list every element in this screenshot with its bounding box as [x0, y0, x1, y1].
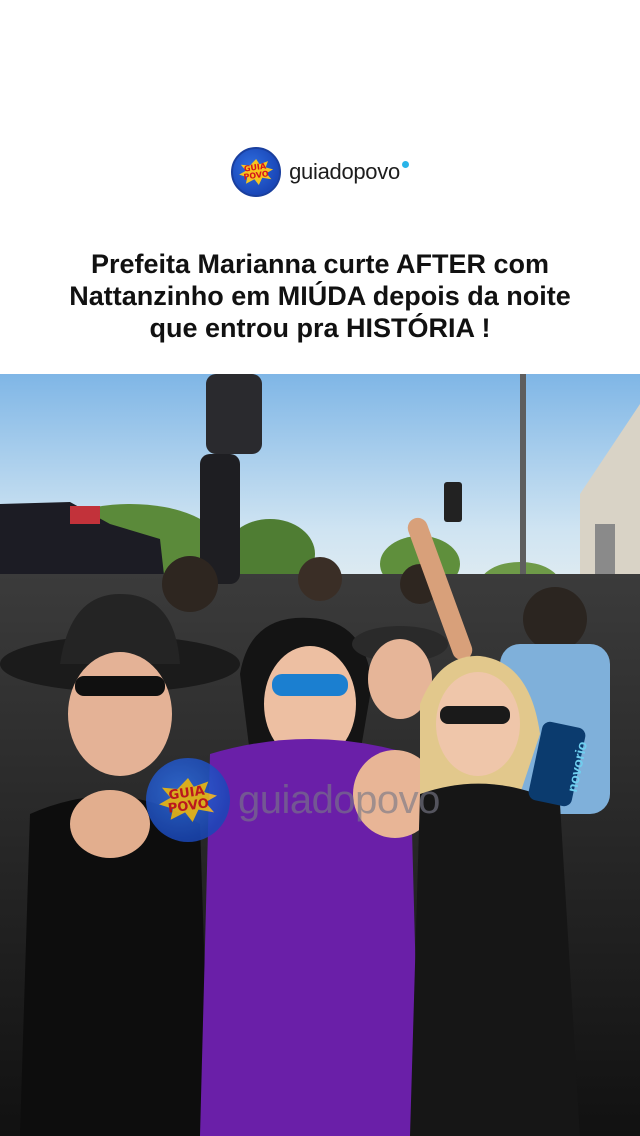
watermark-logo-icon: GUIA POVO [146, 758, 230, 842]
sunglasses-right [440, 706, 510, 724]
sunglasses-center [272, 674, 348, 696]
story-page: GUIA POVO guiadopovo Prefeita Marianna c… [0, 0, 640, 1136]
crowd-head [298, 557, 342, 601]
standing-man-torso [206, 374, 262, 454]
phone [444, 482, 462, 522]
guia-do-povo-logo-icon: GUIA POVO [231, 147, 282, 197]
watermark-text: guiadopovo [238, 777, 440, 822]
watermark: GUIA POVO guiadopovo [146, 758, 440, 842]
watermark-logo-line2: POVO [167, 796, 211, 817]
utility-pole [520, 374, 526, 574]
brand-dot-icon [401, 160, 409, 168]
headline-line3: que entrou pra HISTÓRIA ! [149, 313, 491, 343]
brand-header[interactable]: GUIA POVO guiadopovo [0, 146, 640, 198]
headline-line1: Prefeita Marianna curte AFTER com [90, 249, 550, 279]
photo-illustration: novorio [0, 374, 640, 1136]
headline: Prefeita Marianna curte AFTER com Nattan… [30, 248, 610, 344]
crowd-head [162, 556, 218, 612]
logo-text: GUIA POVO [242, 162, 269, 182]
headline-line2: Nattanzinho em MIÚDA depois da noite [69, 281, 571, 311]
sunglasses-left [75, 676, 165, 696]
car-taillight [70, 506, 100, 524]
watermark-logo-text: GUIA POVO [166, 784, 211, 817]
brand-name: guiadopovo [289, 159, 400, 184]
event-photo[interactable]: novorio GUIA POVO guiadopovo [0, 374, 640, 1136]
peace-hand [70, 790, 150, 858]
crowd-head [523, 587, 587, 651]
